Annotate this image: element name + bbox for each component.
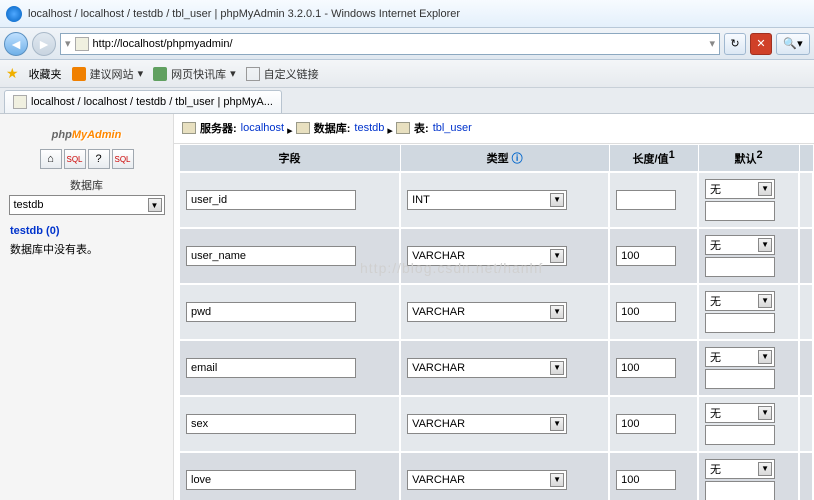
table-row: VARCHAR▼ 无▼ [179,228,813,284]
dropdown-icon[interactable]: ▾ [65,37,71,50]
url-input[interactable] [93,38,706,50]
col-length: 长度/值1 [609,145,698,172]
field-type-select[interactable]: VARCHAR▼ [407,246,567,266]
home-icon[interactable]: ⌂ [40,149,62,169]
field-default-select[interactable]: 无▼ [705,403,775,423]
custom-links[interactable]: 自定义链接 [246,66,319,82]
field-type-select[interactable]: VARCHAR▼ [407,358,567,378]
field-default-select[interactable]: 无▼ [705,347,775,367]
field-length-input[interactable] [616,246,676,266]
field-type-select[interactable]: INT▼ [407,190,567,210]
help-icon[interactable]: ⓘ [512,153,523,165]
database-icon [296,122,310,134]
favorites-label[interactable]: 收藏夹 [29,66,62,82]
col-type: 类型 ⓘ [400,145,609,172]
table-row: VARCHAR▼ 无▼ [179,396,813,452]
field-default-input[interactable] [705,201,775,221]
field-name-input[interactable] [186,414,356,434]
field-name-input[interactable] [186,302,356,322]
no-tables-msg: 数据库中没有表。 [4,239,169,259]
field-default-input[interactable] [705,369,775,389]
forward-button[interactable]: ► [32,32,56,56]
rss-icon [72,67,86,81]
folder-icon [246,67,260,81]
field-default-input[interactable] [705,313,775,333]
sql-icon[interactable]: SQL [64,149,86,169]
web-slice[interactable]: 网页快讯库 ▾ [153,66,236,82]
table-icon [396,122,410,134]
window-title: localhost / localhost / testdb / tbl_use… [28,8,460,20]
field-type-select[interactable]: VARCHAR▼ [407,470,567,490]
col-field: 字段 [179,145,400,172]
browser-navbar: ◄ ► ▾ ▾ ↻ ✕ 🔍▾ [0,28,814,60]
tab-label: localhost / localhost / testdb / tbl_use… [31,96,273,108]
field-default-input[interactable] [705,257,775,277]
database-select[interactable]: testdb▼ [9,195,165,215]
refresh-button[interactable]: ↻ [724,33,746,55]
history-dropdown-icon[interactable]: ▾ [709,37,715,50]
pma-sidebar: phpMyAdmin ⌂ SQL ? SQL 数据库 testdb▼ testd… [0,114,174,500]
window-titlebar: localhost / localhost / testdb / tbl_use… [0,0,814,28]
database-label: 数据库 [4,177,169,193]
server-icon [182,122,196,134]
table-row: VARCHAR▼ 无▼ [179,340,813,396]
field-length-input[interactable] [616,414,676,434]
field-length-input[interactable] [616,190,676,210]
field-name-input[interactable] [186,190,356,210]
field-default-select[interactable]: 无▼ [705,235,775,255]
crumb-server[interactable]: localhost [241,122,284,134]
table-row: INT▼ 无▼ [179,172,813,228]
field-name-input[interactable] [186,358,356,378]
field-name-input[interactable] [186,246,356,266]
field-definition-table: 字段 类型 ⓘ 长度/值1 默认2 INT▼无▼VARCHAR▼无▼VARCHA… [178,144,814,500]
database-link[interactable]: testdb (0) [4,215,169,239]
search-button[interactable]: 🔍▾ [776,33,810,55]
stop-button[interactable]: ✕ [750,33,772,55]
slice-icon [153,67,167,81]
field-length-input[interactable] [616,470,676,490]
crumb-database[interactable]: testdb [354,122,384,134]
pma-main: 服务器: localhost ▸ 数据库: testdb ▸ 表: tbl_us… [174,114,814,500]
docs-icon[interactable]: ? [88,149,110,169]
pma-logo: phpMyAdmin [4,122,169,143]
field-default-select[interactable]: 无▼ [705,291,775,311]
col-default: 默认2 [698,145,799,172]
browser-tab[interactable]: localhost / localhost / testdb / tbl_use… [4,90,282,113]
browser-tabbar: localhost / localhost / testdb / tbl_use… [0,88,814,114]
query-icon[interactable]: SQL [112,149,134,169]
table-row: VARCHAR▼ 无▼ [179,284,813,340]
field-length-input[interactable] [616,358,676,378]
favorites-star-icon[interactable]: ★ [6,65,19,82]
field-default-select[interactable]: 无▼ [705,459,775,479]
url-bar[interactable]: ▾ ▾ [60,33,720,55]
field-length-input[interactable] [616,302,676,322]
favorites-bar: ★ 收藏夹 建议网站 ▾ 网页快讯库 ▾ 自定义链接 [0,60,814,88]
field-name-input[interactable] [186,470,356,490]
field-default-input[interactable] [705,481,775,500]
ie-icon [6,6,22,22]
field-type-select[interactable]: VARCHAR▼ [407,414,567,434]
breadcrumb: 服务器: localhost ▸ 数据库: testdb ▸ 表: tbl_us… [174,114,814,144]
tab-favicon [13,95,27,109]
back-button[interactable]: ◄ [4,32,28,56]
field-default-input[interactable] [705,425,775,445]
field-type-select[interactable]: VARCHAR▼ [407,302,567,322]
chevron-down-icon: ▼ [148,198,162,212]
site-icon [75,37,89,51]
field-default-select[interactable]: 无▼ [705,179,775,199]
crumb-table[interactable]: tbl_user [433,122,472,134]
table-row: VARCHAR▼ 无▼ [179,452,813,500]
suggested-sites[interactable]: 建议网站 ▾ [72,66,144,82]
